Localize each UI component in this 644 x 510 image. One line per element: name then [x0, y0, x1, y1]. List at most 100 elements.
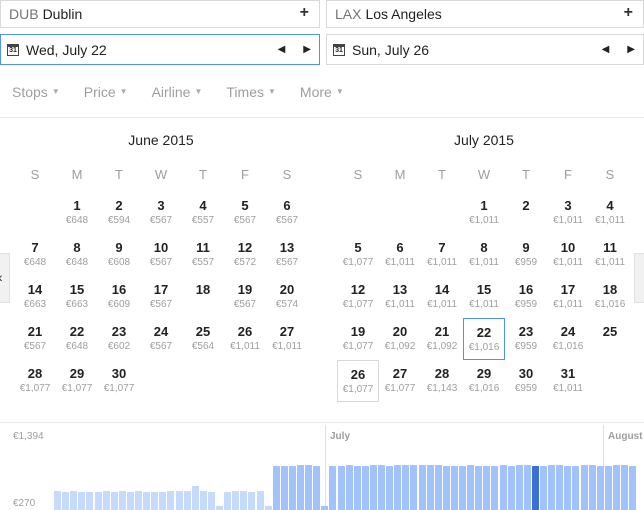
histogram-bar[interactable]	[70, 491, 78, 510]
histogram-bar[interactable]	[313, 465, 321, 510]
calendar-day[interactable]: 2	[505, 192, 547, 234]
histogram-bar[interactable]	[426, 465, 434, 510]
return-next-arrow-icon[interactable]: ▶	[627, 44, 635, 55]
calendar-day[interactable]: 20 €574	[266, 276, 308, 318]
histogram-bar[interactable]	[110, 491, 118, 510]
calendar-day[interactable]: 15 €663	[56, 276, 98, 318]
calendar-day[interactable]: 17 €1,011	[547, 276, 589, 318]
calendar-day[interactable]: 14 €663	[14, 276, 56, 318]
histogram-bar[interactable]	[321, 506, 329, 510]
histogram-bar[interactable]	[540, 465, 548, 510]
histogram-bar[interactable]	[629, 465, 637, 510]
add-destination-icon[interactable]: +	[624, 4, 633, 22]
calendar-day[interactable]: 8 €1,011	[463, 234, 505, 276]
histogram-bar[interactable]	[240, 491, 248, 510]
calendar-day[interactable]: 23 €959	[505, 318, 547, 360]
calendar-day[interactable]: 13 €567	[266, 234, 308, 276]
calendar-day[interactable]: 3 €1,011	[547, 192, 589, 234]
calendar-day[interactable]: 2 €594	[98, 192, 140, 234]
calendar-day[interactable]: 1 €1,011	[463, 192, 505, 234]
histogram-bar[interactable]	[604, 465, 612, 510]
histogram-bar[interactable]	[507, 465, 515, 510]
histogram-bar[interactable]	[410, 465, 418, 510]
histogram-bar[interactable]	[548, 465, 556, 510]
histogram-bar[interactable]	[207, 491, 215, 510]
histogram-bar[interactable]	[580, 465, 588, 510]
histogram-bar[interactable]	[621, 465, 629, 510]
calendar-day[interactable]: 23 €602	[98, 318, 140, 360]
calendar-day[interactable]: 16 €609	[98, 276, 140, 318]
calendar-day[interactable]: 9 €608	[98, 234, 140, 276]
calendar-day[interactable]: 4 €1,011	[589, 192, 631, 234]
histogram-bar[interactable]	[386, 465, 394, 510]
histogram-bar[interactable]	[305, 465, 313, 510]
calendar-day[interactable]: 18 €1,016	[589, 276, 631, 318]
histogram-bar[interactable]	[54, 491, 62, 510]
histogram-bar[interactable]	[264, 506, 272, 510]
histogram-bar[interactable]	[143, 491, 151, 510]
filter-more[interactable]: More ▼	[300, 84, 344, 100]
histogram-bar[interactable]	[353, 465, 361, 510]
histogram-bar[interactable]	[175, 491, 183, 510]
filter-airline[interactable]: Airline ▼	[152, 84, 203, 100]
histogram-bar[interactable]	[151, 491, 159, 510]
depart-date-field[interactable]: 31 Wed, July 22 ◀ ▶	[0, 34, 320, 65]
histogram-bar[interactable]	[402, 465, 410, 510]
histogram-bar[interactable]	[329, 465, 337, 510]
histogram-bar[interactable]	[450, 465, 458, 510]
histogram-bar[interactable]	[288, 465, 296, 510]
calendar-day[interactable]: 30 €959	[505, 360, 547, 402]
calendar-day[interactable]: 8 €648	[56, 234, 98, 276]
calendar-day[interactable]: 6 €1,011	[379, 234, 421, 276]
histogram-bar[interactable]	[564, 465, 572, 510]
calendar-day[interactable]: 11 €1,011	[589, 234, 631, 276]
histogram-bar[interactable]	[191, 486, 199, 510]
histogram-bar[interactable]	[418, 465, 426, 510]
histogram-bar[interactable]	[572, 465, 580, 510]
histogram-bar[interactable]	[459, 465, 467, 510]
calendar-day[interactable]: 1 €648	[56, 192, 98, 234]
calendar-day[interactable]: 21 €1,092	[421, 318, 463, 360]
calendar-day[interactable]: 18	[182, 276, 224, 318]
histogram-bar[interactable]	[199, 491, 207, 510]
histogram-bar[interactable]	[369, 465, 377, 510]
calendar-day[interactable]: 22 €1,016	[463, 318, 505, 360]
calendar-day[interactable]: 4 €557	[182, 192, 224, 234]
histogram-bar[interactable]	[272, 465, 280, 510]
filter-price[interactable]: Price ▼	[84, 84, 128, 100]
filter-stops[interactable]: Stops ▼	[12, 84, 60, 100]
histogram-bar[interactable]	[102, 491, 110, 510]
calendar-day[interactable]: 14 €1,011	[421, 276, 463, 318]
histogram-bar[interactable]	[86, 491, 94, 510]
calendar-prev-button[interactable]: ‹	[0, 253, 10, 303]
calendar-day[interactable]: 26 €1,011	[224, 318, 266, 360]
calendar-day[interactable]: 12 €1,077	[337, 276, 379, 318]
calendar-day[interactable]: 10 €1,011	[547, 234, 589, 276]
depart-prev-arrow-icon[interactable]: ◀	[278, 44, 286, 55]
histogram-bar[interactable]	[556, 465, 564, 510]
calendar-day[interactable]: 12 €572	[224, 234, 266, 276]
calendar-day[interactable]: 27 €1,077	[379, 360, 421, 402]
histogram-bar[interactable]	[216, 506, 224, 510]
calendar-day[interactable]: 17 €567	[140, 276, 182, 318]
calendar-day[interactable]: 16 €959	[505, 276, 547, 318]
calendar-day[interactable]: 27 €1,011	[266, 318, 308, 360]
calendar-day[interactable]: 29 €1,016	[463, 360, 505, 402]
histogram-bar[interactable]	[378, 465, 386, 510]
histogram-bar[interactable]	[118, 491, 126, 510]
calendar-day[interactable]: 19 €567	[224, 276, 266, 318]
histogram-bar[interactable]	[483, 465, 491, 510]
calendar-day[interactable]: 11 €557	[182, 234, 224, 276]
origin-field[interactable]: DUB Dublin +	[0, 0, 320, 28]
calendar-day[interactable]: 28 €1,143	[421, 360, 463, 402]
histogram-bar[interactable]	[394, 465, 402, 510]
calendar-day[interactable]: 15 €1,011	[463, 276, 505, 318]
histogram-bar[interactable]	[612, 465, 620, 510]
histogram-bar[interactable]	[280, 465, 288, 510]
calendar-day[interactable]: 22 €648	[56, 318, 98, 360]
histogram-bar[interactable]	[523, 465, 531, 510]
calendar-day[interactable]: 26 €1,077	[337, 360, 379, 402]
histogram-bar[interactable]	[531, 465, 539, 510]
histogram-bar[interactable]	[248, 491, 256, 510]
calendar-day[interactable]: 20 €1,092	[379, 318, 421, 360]
